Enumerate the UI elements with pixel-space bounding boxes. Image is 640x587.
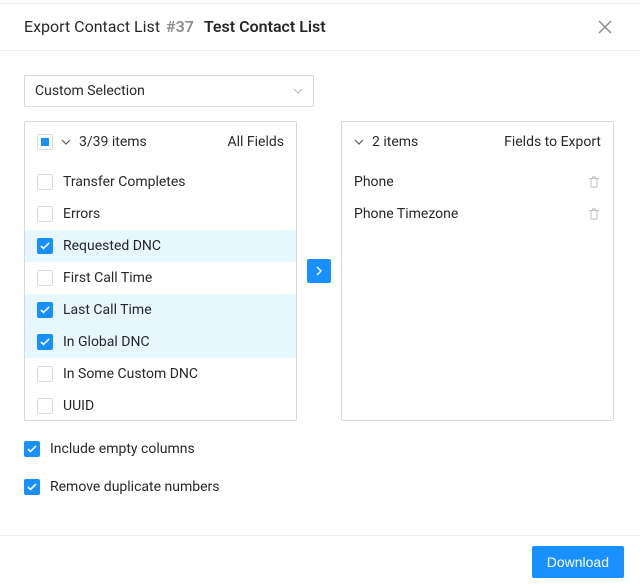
chevron-down-icon — [293, 86, 303, 96]
export-fields-count: 2 items — [372, 134, 418, 150]
modal-footer: Download — [0, 535, 640, 587]
field-label: UUID — [63, 398, 94, 414]
available-field-item[interactable]: Transfer Completes — [25, 166, 296, 198]
remove-dup-option: Remove duplicate numbers — [24, 479, 616, 495]
available-fields-panel: 3/39 items All Fields Transfer Completes… — [24, 121, 297, 421]
include-empty-label: Include empty columns — [50, 441, 195, 457]
title-list-name: Test Contact List — [204, 17, 326, 36]
field-label: Transfer Completes — [63, 174, 186, 190]
field-selection-dropdown[interactable]: Custom Selection — [24, 75, 314, 107]
field-checkbox[interactable] — [37, 270, 53, 286]
export-field-item[interactable]: Phone Timezone — [342, 198, 613, 230]
transfer-container: 3/39 items All Fields Transfer Completes… — [24, 121, 616, 421]
field-checkbox[interactable] — [37, 206, 53, 222]
field-label: First Call Time — [63, 270, 152, 286]
export-fields-list[interactable]: Phone Phone Timezone — [342, 162, 613, 420]
export-field-item[interactable]: Phone — [342, 166, 613, 198]
field-label: Last Call Time — [63, 302, 152, 318]
chevron-down-icon — [354, 137, 364, 147]
export-fields-panel: 2 items Fields to Export Phone Phone Time… — [341, 121, 614, 421]
remove-dup-label: Remove duplicate numbers — [50, 479, 219, 495]
chevron-down-icon — [61, 137, 71, 147]
field-label: In Global DNC — [63, 334, 150, 350]
check-icon — [40, 338, 50, 346]
export-modal: Export Contact List #37 Test Contact Lis… — [0, 0, 640, 587]
check-icon — [40, 242, 50, 250]
modal-body: Custom Selection 3/39 items All Fields — [0, 51, 640, 535]
chevron-right-icon — [314, 266, 324, 276]
remove-field-button[interactable] — [587, 175, 601, 189]
available-field-item[interactable]: Errors — [25, 198, 296, 230]
remove-dup-checkbox[interactable] — [24, 479, 40, 495]
check-icon — [40, 306, 50, 314]
available-field-item[interactable]: In Some Custom DNC — [25, 358, 296, 390]
available-fields-title: All Fields — [227, 134, 284, 150]
field-label: Phone — [354, 174, 394, 190]
include-empty-option: Include empty columns — [24, 441, 616, 457]
export-fields-header: 2 items Fields to Export — [342, 122, 613, 162]
available-field-item[interactable]: First Call Time — [25, 262, 296, 294]
transfer-op-column — [297, 121, 341, 421]
field-label: Requested DNC — [63, 238, 161, 254]
title-list-number: #37 — [166, 17, 194, 36]
available-fields-header: 3/39 items All Fields — [25, 122, 296, 162]
field-checkbox[interactable] — [37, 238, 53, 254]
select-all-checkbox[interactable] — [37, 134, 53, 150]
collapse-toggle[interactable] — [61, 137, 71, 147]
check-icon — [27, 483, 37, 491]
trash-icon — [587, 207, 601, 221]
export-options: Include empty columns Remove duplicate n… — [24, 441, 616, 495]
remove-field-button[interactable] — [587, 207, 601, 221]
export-fields-title: Fields to Export — [504, 134, 601, 150]
close-button[interactable] — [594, 16, 616, 38]
dropdown-selected-value: Custom Selection — [35, 83, 145, 99]
export-fields-header-left: 2 items — [354, 134, 418, 150]
modal-header: Export Contact List #37 Test Contact Lis… — [0, 4, 640, 51]
available-field-item[interactable]: In Global DNC — [25, 326, 296, 358]
move-right-button[interactable] — [307, 259, 331, 283]
field-label: Errors — [63, 206, 100, 222]
field-checkbox[interactable] — [37, 174, 53, 190]
field-checkbox[interactable] — [37, 366, 53, 382]
include-empty-checkbox[interactable] — [24, 441, 40, 457]
collapse-toggle[interactable] — [354, 137, 364, 147]
available-fields-list[interactable]: Transfer Completes Errors Requested DNC Fir… — [25, 162, 296, 420]
trash-icon — [587, 175, 601, 189]
title-prefix: Export Contact List — [24, 17, 160, 36]
available-fields-count: 3/39 items — [79, 134, 147, 150]
check-icon — [27, 445, 37, 453]
field-checkbox[interactable] — [37, 302, 53, 318]
download-button[interactable]: Download — [532, 546, 624, 578]
available-field-item[interactable]: Last Call Time — [25, 294, 296, 326]
field-checkbox[interactable] — [37, 398, 53, 414]
field-label: In Some Custom DNC — [63, 366, 198, 382]
field-checkbox[interactable] — [37, 334, 53, 350]
available-fields-header-left: 3/39 items — [37, 134, 147, 150]
field-label: Phone Timezone — [354, 206, 458, 222]
close-icon — [598, 20, 612, 34]
available-field-item[interactable]: UUID — [25, 390, 296, 420]
modal-title: Export Contact List #37 Test Contact Lis… — [24, 16, 326, 38]
available-field-item[interactable]: Requested DNC — [25, 230, 296, 262]
